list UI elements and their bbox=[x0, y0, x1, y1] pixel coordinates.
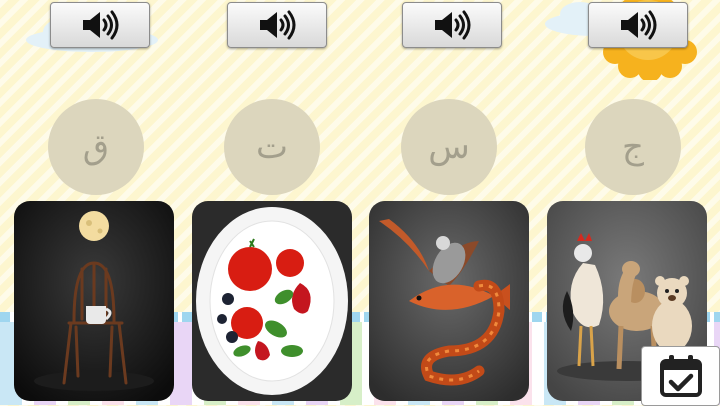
speaker-icon bbox=[260, 10, 296, 40]
letter-label: ق bbox=[82, 127, 110, 167]
tomatoes-strawberries-image bbox=[192, 201, 352, 401]
picture-card-tomatoes[interactable] bbox=[192, 201, 352, 401]
letter-circle-jim[interactable]: ج bbox=[585, 99, 681, 195]
play-sound-button-1[interactable] bbox=[50, 2, 150, 48]
letter-circle-sin[interactable]: س bbox=[401, 99, 497, 195]
play-sound-button-2[interactable] bbox=[227, 2, 327, 48]
moon-chair-cup-image bbox=[14, 201, 174, 401]
picture-card-eagle-snake[interactable] bbox=[369, 201, 529, 401]
check-answers-button[interactable] bbox=[641, 346, 720, 406]
speaker-icon bbox=[83, 10, 119, 40]
speaker-icon bbox=[621, 10, 657, 40]
picture-card-moon-chair[interactable] bbox=[14, 201, 174, 401]
eagle-fish-snake-image bbox=[369, 201, 529, 401]
letter-circle-qaf[interactable]: ق bbox=[48, 99, 144, 195]
letter-label: ج bbox=[622, 127, 644, 167]
play-sound-button-4[interactable] bbox=[588, 2, 688, 48]
letter-label: ت bbox=[255, 127, 288, 167]
play-sound-button-3[interactable] bbox=[402, 2, 502, 48]
letter-circle-ta[interactable]: ت bbox=[224, 99, 320, 195]
letter-label: س bbox=[428, 127, 470, 167]
speaker-icon bbox=[435, 10, 471, 40]
calendar-check-icon bbox=[659, 355, 702, 397]
